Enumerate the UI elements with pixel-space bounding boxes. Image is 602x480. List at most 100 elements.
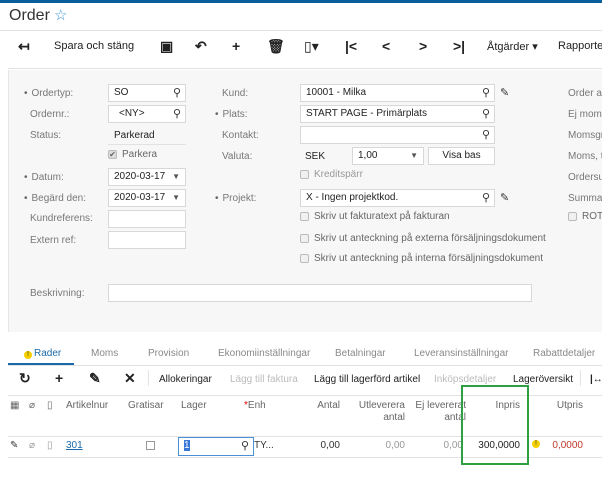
- begard-field[interactable]: 2020-03-17 ▼: [108, 189, 186, 207]
- plats-field[interactable]: START PAGE - Primärplats ⚲: [300, 105, 495, 123]
- chevron-down-icon[interactable]: ▼: [172, 193, 180, 202]
- tab-leverans[interactable]: Leveransinställningar: [414, 348, 509, 359]
- kund-field[interactable]: 10001 - Milka ⚲: [300, 84, 495, 102]
- tab-provision[interactable]: Provision: [148, 348, 189, 359]
- kundref-field[interactable]: [108, 210, 186, 228]
- summa-label: Summa: [568, 193, 602, 204]
- ordernr-field[interactable]: <NY> ⚲: [108, 105, 186, 123]
- checkbox-icon[interactable]: [300, 253, 309, 263]
- allokeringar-button[interactable]: Allokeringar: [159, 374, 212, 385]
- first-record-icon[interactable]: |<: [345, 38, 357, 54]
- kreditsparr-checkbox[interactable]: Kreditspärr: [300, 169, 363, 180]
- kontakt-label: Kontakt:: [222, 130, 259, 141]
- search-icon[interactable]: ⚲: [482, 86, 490, 99]
- delete-icon[interactable]: 🗑: [267, 38, 285, 55]
- delete-row-icon[interactable]: ✕: [124, 370, 136, 387]
- chevron-down-icon[interactable]: ▼: [172, 172, 180, 181]
- last-record-icon[interactable]: >|: [453, 38, 465, 54]
- add-stock-item-button[interactable]: Lägg till lagerförd artikel: [314, 374, 420, 385]
- exchange-rate-field[interactable]: 1,00 ▼: [352, 147, 424, 165]
- purchase-details-button[interactable]: Inköpsdetaljer: [434, 374, 496, 385]
- chevron-down-icon[interactable]: ▼: [410, 151, 418, 160]
- note-icon[interactable]: ▯: [47, 440, 53, 451]
- ej-moms-label: Ej moms: [568, 109, 602, 120]
- rate-value: 1,00: [358, 150, 378, 161]
- print-external-note-checkbox[interactable]: Skriv ut anteckning på externa försäljni…: [300, 233, 546, 244]
- prev-record-icon[interactable]: <: [382, 38, 390, 54]
- reports-menu[interactable]: Rapporter: [558, 40, 602, 52]
- beskrivning-field[interactable]: [108, 284, 532, 302]
- back-icon[interactable]: ↤: [18, 38, 30, 55]
- tab-rader[interactable]: ! Rader: [24, 348, 61, 359]
- next-record-icon[interactable]: >: [419, 38, 427, 54]
- kontakt-field[interactable]: ⚲: [300, 126, 495, 144]
- col-lager[interactable]: Lager: [181, 400, 207, 412]
- tab-moms[interactable]: Moms: [91, 348, 118, 359]
- favorite-star-icon[interactable]: ☆: [54, 6, 67, 24]
- ordernr-value: <NY>: [119, 108, 145, 119]
- projekt-field[interactable]: X - Ingen projektkod. ⚲: [300, 189, 495, 207]
- checkbox-icon[interactable]: [568, 211, 577, 221]
- attachment-icon[interactable]: ⌀: [29, 440, 35, 451]
- col-utlev[interactable]: Utleverera antal: [350, 400, 405, 424]
- col-enh[interactable]: *Enh: [244, 400, 266, 412]
- ordersumma-label: Ordersu: [568, 172, 602, 183]
- print-invoice-text-checkbox[interactable]: Skriv ut fakturatext på fakturan: [300, 211, 450, 222]
- add-row-icon[interactable]: +: [55, 370, 63, 386]
- utpris-value[interactable]: 0,0000: [540, 440, 583, 451]
- search-icon[interactable]: ⚲: [173, 107, 181, 120]
- divider: [148, 370, 149, 386]
- save-icon[interactable]: ▣: [160, 38, 173, 55]
- parkera-checkbox[interactable]: ✔ Parkera: [108, 149, 157, 160]
- stock-overview-button[interactable]: Lageröversikt: [513, 374, 573, 385]
- copy-paste-icon[interactable]: ▯▾: [304, 38, 319, 55]
- checkbox-icon[interactable]: [300, 233, 309, 243]
- tab-betalningar[interactable]: Betalningar: [335, 348, 386, 359]
- save-close-button[interactable]: Spara och stäng: [54, 40, 134, 52]
- checkbox-icon[interactable]: [300, 211, 309, 221]
- tab-ekonomi[interactable]: Ekonomiinställningar: [218, 348, 310, 359]
- warning-icon: !: [532, 440, 540, 448]
- search-icon[interactable]: ⚲: [482, 191, 490, 204]
- search-icon[interactable]: ⚲: [482, 128, 490, 141]
- fit-columns-icon[interactable]: |↔: [590, 374, 602, 385]
- artikel-link[interactable]: 301: [66, 440, 83, 451]
- datum-value: 2020-03-17: [114, 171, 166, 182]
- search-icon[interactable]: ⚲: [482, 107, 490, 120]
- ordertyp-field[interactable]: SO ⚲: [108, 84, 186, 102]
- edit-icon[interactable]: ✎: [89, 370, 101, 387]
- edit-pencil-icon[interactable]: ✎: [500, 191, 509, 204]
- add-invoice-button[interactable]: Lägg till faktura: [230, 374, 298, 385]
- status-value: Parkerad: [114, 130, 155, 141]
- cb1-label: Skriv ut fakturatext på fakturan: [314, 211, 450, 222]
- checkbox-icon[interactable]: [300, 169, 309, 179]
- edit-pencil-icon[interactable]: ✎: [500, 86, 509, 99]
- attachment-icon: ⌀: [29, 400, 36, 411]
- search-icon[interactable]: ⚲: [241, 439, 249, 452]
- status-label: Status:: [30, 130, 62, 141]
- lager-input[interactable]: 1 ⚲: [178, 437, 254, 456]
- undo-icon[interactable]: ↶: [195, 38, 207, 55]
- col-ejlev[interactable]: Ej levererat antal: [410, 400, 466, 424]
- cb3-label: Skriv ut anteckning på interna försäljni…: [314, 253, 544, 264]
- add-icon[interactable]: +: [232, 38, 240, 54]
- momsgrupp-label: Momsgr: [568, 130, 602, 141]
- search-icon[interactable]: ⚲: [173, 86, 181, 99]
- extref-field[interactable]: [108, 231, 186, 249]
- visa-bas-button[interactable]: Visa bas: [428, 147, 495, 165]
- gratisar-checkbox[interactable]: [146, 441, 155, 450]
- tab-rabatt[interactable]: Rabattdetaljer: [533, 348, 595, 359]
- col-artikel[interactable]: Artikelnur: [66, 400, 108, 412]
- col-utpris[interactable]: Utpris: [540, 400, 583, 412]
- col-gratisar[interactable]: Gratisar: [128, 400, 164, 412]
- datum-field[interactable]: 2020-03-17 ▼: [108, 168, 186, 186]
- actions-menu[interactable]: Åtgärder ▾: [487, 40, 538, 53]
- rot-checkbox[interactable]: ROT-: [568, 211, 602, 222]
- order-amount-label: Order ar: [568, 88, 602, 99]
- row-edit-icon[interactable]: ✎: [10, 440, 18, 451]
- col-antal[interactable]: Antal: [300, 400, 340, 412]
- refresh-icon[interactable]: ↻: [19, 370, 31, 387]
- print-internal-note-checkbox[interactable]: Skriv ut anteckning på interna försäljni…: [300, 253, 543, 264]
- checkbox-checked-icon[interactable]: ✔: [108, 149, 117, 159]
- antal-value[interactable]: 0,00: [300, 440, 340, 451]
